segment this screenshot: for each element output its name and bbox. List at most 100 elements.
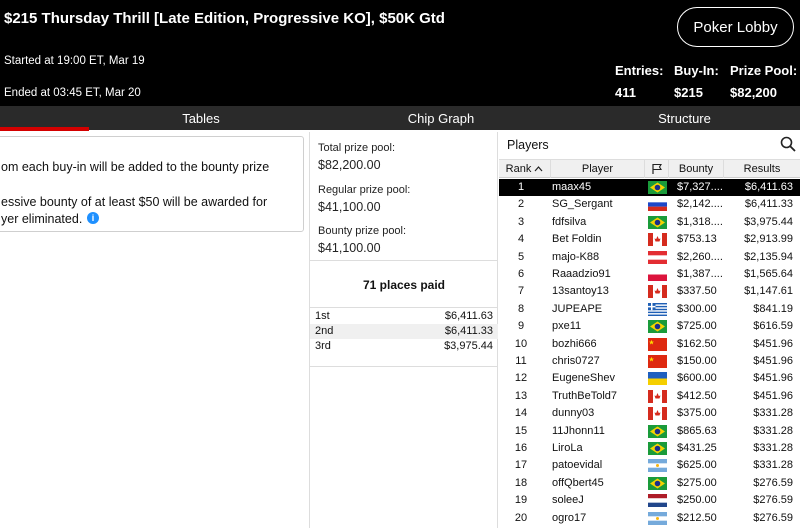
entries-label: Entries: [615,63,664,78]
player-rank: 12 [514,372,528,385]
player-row[interactable]: 1 maax45 $7,327.... $6,411.63 [499,179,800,197]
player-rank: 13 [514,389,528,402]
player-result: $6,411.33 [744,198,793,211]
player-row[interactable]: 17 patoevidal $625.00 $331.28 [499,457,800,474]
bounty-prize-value: $41,100.00 [318,241,381,255]
payout-amount: $6,411.63 [444,310,493,322]
player-row[interactable]: 8 JUPEAPE $300.00 $841.19 [499,301,800,318]
results-column-header[interactable]: Results [724,160,800,178]
rank-column-header[interactable]: Rank [499,160,551,178]
player-name: pxe11 [552,320,582,333]
player-row[interactable]: 2 SG_Sergant $2,142.... $6,411.33 [499,196,800,213]
tab-chip-graph[interactable]: Chip Graph [313,106,569,130]
flag-argentina-icon [648,459,667,473]
player-rank: 6 [517,268,525,280]
player-name: offQbert45 [552,476,604,489]
payout-row: 2nd $6,411.33 [310,324,498,339]
player-rank: 11 [515,355,527,367]
player-name: TruthBeTold7 [552,389,618,402]
poker-lobby-button[interactable]: Poker Lobby [677,7,794,47]
info-icon[interactable]: i [87,212,99,224]
player-rank: 14 [514,407,528,420]
payout-place: 2nd [315,325,334,337]
player-row[interactable]: 3 fdfsilva $1,318.... $3,975.44 [499,214,800,231]
search-icon[interactable] [780,136,796,152]
player-row[interactable]: 14 dunny03 $375.00 $331.28 [499,405,800,422]
player-row[interactable]: 9 pxe11 $725.00 $616.59 [499,318,800,335]
player-name: chris0727 [552,355,600,367]
payout-row: 1st $6,411.63 [310,309,498,324]
player-bounty: $212.50 [677,511,717,524]
player-rank: 4 [517,233,525,246]
player-rank: 16 [514,442,528,454]
player-rank: 3 [517,215,525,228]
player-result: $3,975.44 [744,215,793,228]
player-bounty: $300.00 [677,302,717,315]
player-rank: 2 [517,198,525,211]
player-bounty: $600.00 [677,372,717,385]
player-row[interactable]: 12 EugeneShev $600.00 $451.96 [499,370,800,387]
rank-header-label: Rank [505,163,532,175]
buyin-label: Buy-In: [674,63,719,78]
player-name: dunny03 [552,407,595,420]
flag-canada-icon [648,407,667,421]
player-rank: 20 [514,511,528,524]
flag-russia-icon [648,198,667,212]
player-row[interactable]: 15 11Jhonn11 $865.63 $331.28 [499,423,800,440]
player-bounty: $753.13 [677,233,717,246]
player-name: soleeJ [552,494,584,507]
player-bounty: $337.50 [677,285,717,298]
player-rank: 7 [517,285,525,298]
flag-brazil-icon [648,424,667,438]
player-row[interactable]: 16 LiroLa $431.25 $331.28 [499,440,800,457]
flag-greece-icon [648,302,667,316]
tab-tables[interactable]: Tables [89,106,313,130]
player-bounty: $412.50 [677,389,717,402]
bounty-header-label: Bounty [678,163,714,175]
player-row[interactable]: 13 TruthBeTold7 $412.50 $451.96 [499,388,800,405]
player-result: $331.28 [753,424,793,437]
player-bounty: $375.00 [677,407,717,420]
player-row[interactable]: 6 Raaadzio91 $1,387.... $1,565.64 [499,266,800,283]
player-row[interactable]: 19 soleeJ $250.00 $276.59 [499,492,800,509]
flag-argentina-icon [648,511,667,525]
places-paid-title: 71 places paid [362,278,446,292]
flag-brazil-icon [648,215,667,229]
info-line-1: om each buy-in will be added to the boun… [1,160,270,174]
bounty-info-box: om each buy-in will be added to the boun… [0,136,304,232]
player-result: $331.28 [753,407,793,420]
player-result: $276.59 [753,494,793,507]
player-bounty: $1,318.... [677,215,723,228]
player-row[interactable]: 10 bozhi666 $162.50 $451.96 [499,336,800,353]
player-row[interactable]: 4 Bet Foldin $753.13 $2,913.99 [499,231,800,248]
payout-row: 3rd $3,975.44 [310,339,498,354]
bounty-prize-label: Bounty prize pool: [318,225,407,237]
player-column-header[interactable]: Player [551,160,645,178]
country-column-header[interactable] [645,160,669,178]
prize-pool-panel: Total prize pool: $82,200.00 Regular pri… [309,132,498,528]
player-row[interactable]: 5 majo-K88 $2,260.... $2,135.94 [499,249,800,266]
bounty-column-header[interactable]: Bounty [669,160,724,178]
player-rank: 8 [517,302,525,315]
player-row[interactable]: 20 ogro17 $212.50 $276.59 [499,510,800,527]
flag-brazil-icon [648,442,667,455]
player-row[interactable]: 7 13santoy13 $337.50 $1,147.61 [499,283,800,300]
player-row[interactable]: 11 chris0727 $150.00 $451.96 [499,353,800,370]
player-result: $276.59 [753,511,793,524]
player-result: $1,147.61 [744,285,793,298]
player-bounty: $625.00 [677,459,717,472]
players-title: Players [507,138,549,152]
regular-prize-value: $41,100.00 [318,200,381,214]
tab-bar: Tables Chip Graph Structure [0,106,800,130]
flag-canada-icon [648,389,667,403]
start-time: Started at 19:00 ET, Mar 19 [4,55,145,67]
player-name: bozhi666 [552,337,597,350]
player-name: 11Jhonn11 [552,424,605,437]
player-row[interactable]: 18 offQbert45 $275.00 $276.59 [499,475,800,492]
player-result: $451.96 [753,355,793,367]
player-bounty: $7,327.... [677,181,723,193]
player-result: $451.96 [753,389,793,402]
tab-structure[interactable]: Structure [569,106,800,130]
total-prize-value: $82,200.00 [318,158,381,172]
entries-value: 411 [615,85,636,100]
